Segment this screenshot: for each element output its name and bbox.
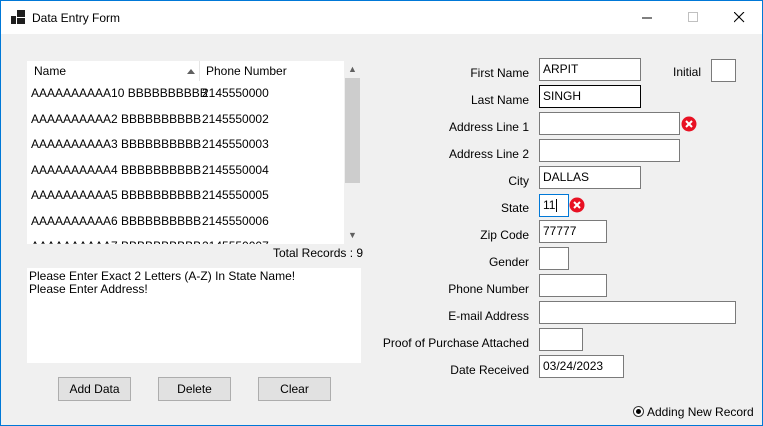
error-icon [569,197,585,213]
title-bar[interactable]: Data Entry Form [1,1,762,34]
minimize-button[interactable] [624,1,670,34]
phone-number-label: Phone Number [448,282,529,296]
maximize-icon [687,12,698,22]
zip-code-label: Zip Code [480,228,529,242]
last-name-label: Last Name [470,93,529,107]
city-field[interactable]: DALLAS [539,166,641,189]
state-label: State [500,201,529,215]
address-line-2-field[interactable] [539,139,680,162]
scroll-down-icon[interactable]: ▼ [344,227,361,244]
last-name-field[interactable]: SINGH [539,85,641,108]
address-line-1-label: Address Line 1 [448,120,529,134]
first-name-label: First Name [470,66,529,80]
delete-button[interactable]: Delete [158,377,231,401]
date-received-label: Date Received [450,363,529,377]
sort-ascending-icon [187,69,195,74]
window-title: Data Entry Form [32,11,121,25]
state-field[interactable]: 11 [539,194,569,217]
app-icon [11,10,25,24]
date-received-field[interactable]: 03/24/2023 [539,355,624,378]
error-messages-box[interactable]: Please Enter Exact 2 Letters (A-Z) In St… [27,268,361,363]
list-item[interactable]: AAAAAAAAAA4 BBBBBBBBBB 2145550004 [27,158,344,184]
maximize-button[interactable] [670,1,716,34]
phone-number-field[interactable] [539,274,607,297]
initial-field[interactable] [711,59,736,82]
error-message: Please Enter Address! [29,282,148,296]
list-item[interactable]: AAAAAAAAAA6 BBBBBBBBBB 2145550006 [27,209,344,235]
scroll-up-icon[interactable]: ▲ [344,61,361,78]
list-item[interactable]: AAAAAAAAAA3 BBBBBBBBBB 2145550003 [27,132,344,158]
list-item[interactable]: AAAAAAAAAA5 BBBBBBBBBB 2145550005 [27,183,344,209]
radio-selected-icon [633,406,644,417]
list-item[interactable]: AAAAAAAAAA7 BBBBBBBBBB2145550007 [27,234,344,244]
zip-code-field[interactable]: 77777 [539,220,607,243]
address-line-2-label: Address Line 2 [448,147,529,161]
radio-label: Adding New Record [647,405,754,419]
text-caret [556,199,558,213]
address-line-1-field[interactable] [539,112,680,135]
scroll-thumb[interactable] [345,78,360,183]
close-button[interactable] [716,1,762,34]
clear-button[interactable]: Clear [258,377,331,401]
column-header-phone[interactable]: Phone Number [200,61,344,81]
email-label: E-mail Address [448,309,529,323]
minimize-icon [641,17,652,19]
total-records-label: Total Records : 9 [273,246,364,260]
email-field[interactable] [539,301,736,324]
list-item[interactable]: AAAAAAAAAA10 BBBBBBBBBB 2145550000 [27,81,344,107]
gender-label: Gender [488,255,529,269]
list-rows: AAAAAAAAAA10 BBBBBBBBBB 2145550000 AAAAAA… [27,81,344,244]
add-data-button[interactable]: Add Data [58,377,131,401]
column-header-name[interactable]: Name [27,61,200,81]
gender-field[interactable] [539,247,569,270]
first-name-field[interactable]: ARPIT [539,58,641,81]
list-scrollbar[interactable]: ▲ ▼ [344,61,361,244]
records-list[interactable]: Name Phone Number AAAAAAAAAA10 BBBBBBBBB… [27,61,361,244]
close-icon [733,11,744,23]
initial-label: Initial [673,65,702,79]
list-header: Name Phone Number [27,61,344,81]
proof-of-purchase-field[interactable] [539,328,583,351]
proof-of-purchase-label: Proof of Purchase Attached [382,336,529,350]
app-window: Data Entry Form Name Phone Number AAAAAA… [0,0,763,426]
list-item[interactable]: AAAAAAAAAA2 BBBBBBBBBB 2145550002 [27,107,344,133]
city-label: City [508,174,529,188]
error-icon [681,116,697,132]
